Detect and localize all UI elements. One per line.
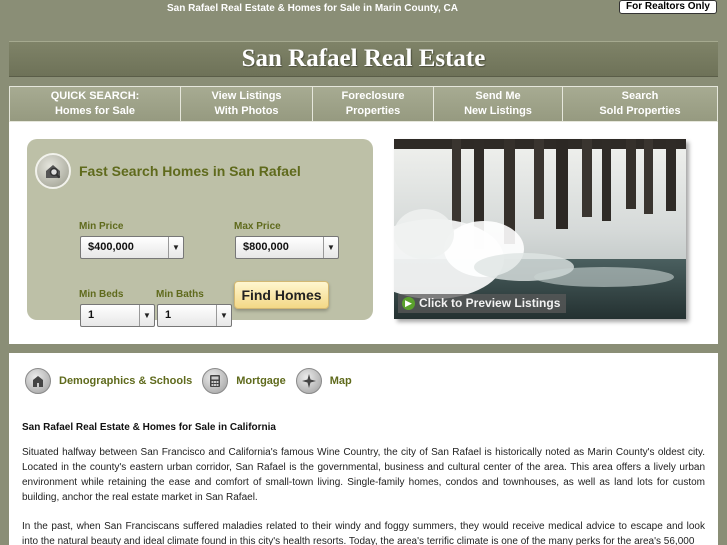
school-icon[interactable]: [25, 368, 51, 394]
min-baths-select[interactable]: 1 ▼: [157, 304, 232, 327]
nav-quick-search[interactable]: QUICK SEARCH: Homes for Sale: [9, 86, 180, 122]
nav-foreclosure[interactable]: Foreclosure Properties: [312, 86, 433, 122]
nav-label-line1: View Listings: [211, 90, 282, 102]
max-price-select[interactable]: $800,000 ▼: [235, 236, 339, 259]
min-price-value: $400,000: [88, 241, 134, 253]
map-link[interactable]: Map: [330, 375, 352, 387]
site-tagline: San Rafael Real Estate & Homes for Sale …: [167, 3, 458, 14]
preview-listings-photo[interactable]: ▶ Click to Preview Listings: [394, 139, 686, 319]
find-homes-button[interactable]: Find Homes: [234, 281, 329, 309]
min-price-select[interactable]: $400,000 ▼: [80, 236, 184, 259]
min-baths-value: 1: [165, 309, 172, 321]
title-banner: San Rafael Real Estate: [9, 41, 718, 77]
nav-label-line2: Sold Properties: [599, 105, 681, 117]
nav-label-line2: New Listings: [464, 105, 532, 117]
nav-label-line2: With Photos: [214, 105, 279, 117]
nav-label-line1: Search: [621, 90, 659, 102]
demographics-link[interactable]: Demographics & Schools: [59, 375, 192, 387]
search-title: Fast Search Homes in San Rafael: [79, 163, 301, 179]
nav-label-line2: Properties: [345, 105, 401, 117]
preview-listings-caption[interactable]: ▶ Click to Preview Listings: [398, 294, 567, 313]
nav-label-line1: Foreclosure: [341, 90, 405, 102]
article-paragraph-1: Situated halfway between San Francisco a…: [22, 447, 705, 503]
main-panel: Fast Search Homes in San Rafael Min Pric…: [9, 122, 718, 344]
page-title: San Rafael Real Estate: [241, 45, 486, 72]
max-price-label: Max Price: [234, 221, 281, 232]
fast-search-panel: Fast Search Homes in San Rafael Min Pric…: [27, 139, 373, 327]
chevron-down-icon: ▼: [139, 305, 154, 326]
realtors-only-button[interactable]: For Realtors Only: [619, 0, 717, 14]
content-area: Demographics & Schools Mortgage Map San …: [9, 353, 718, 545]
max-price-value: $800,000: [243, 241, 289, 253]
chevron-down-icon: ▼: [216, 305, 231, 326]
top-bar: San Rafael Real Estate & Homes for Sale …: [0, 0, 727, 18]
nav-new-listings[interactable]: Send Me New Listings: [433, 86, 562, 122]
article-paragraph-2: In the past, when San Franciscans suffer…: [22, 521, 705, 545]
nav-label-line1: Send Me: [475, 90, 521, 102]
mortgage-link[interactable]: Mortgage: [236, 375, 286, 387]
min-price-label: Min Price: [79, 221, 124, 232]
arrow-right-icon: ▶: [402, 297, 415, 310]
chevron-down-icon: ▼: [168, 237, 183, 258]
calculator-icon[interactable]: [202, 368, 229, 394]
nav-label-line2: Homes for Sale: [54, 105, 136, 117]
nav-label-line1: QUICK SEARCH:: [50, 90, 140, 102]
quick-links: Demographics & Schools Mortgage Map: [25, 368, 362, 394]
main-nav: QUICK SEARCH: Homes for Sale View Listin…: [9, 86, 718, 122]
chevron-down-icon: ▼: [323, 237, 338, 258]
home-search-icon: [35, 153, 71, 189]
compass-icon[interactable]: [295, 368, 322, 394]
nav-sold-properties[interactable]: Search Sold Properties: [562, 86, 718, 122]
min-beds-value: 1: [88, 309, 95, 321]
article-heading: San Rafael Real Estate & Homes for Sale …: [22, 422, 276, 433]
min-baths-label: Min Baths: [156, 289, 204, 300]
caption-text: Click to Preview Listings: [419, 296, 561, 310]
min-beds-label: Min Beds: [79, 289, 124, 300]
nav-view-listings[interactable]: View Listings With Photos: [180, 86, 312, 122]
pier-wave-image: [394, 139, 686, 319]
min-beds-select[interactable]: 1 ▼: [80, 304, 155, 327]
